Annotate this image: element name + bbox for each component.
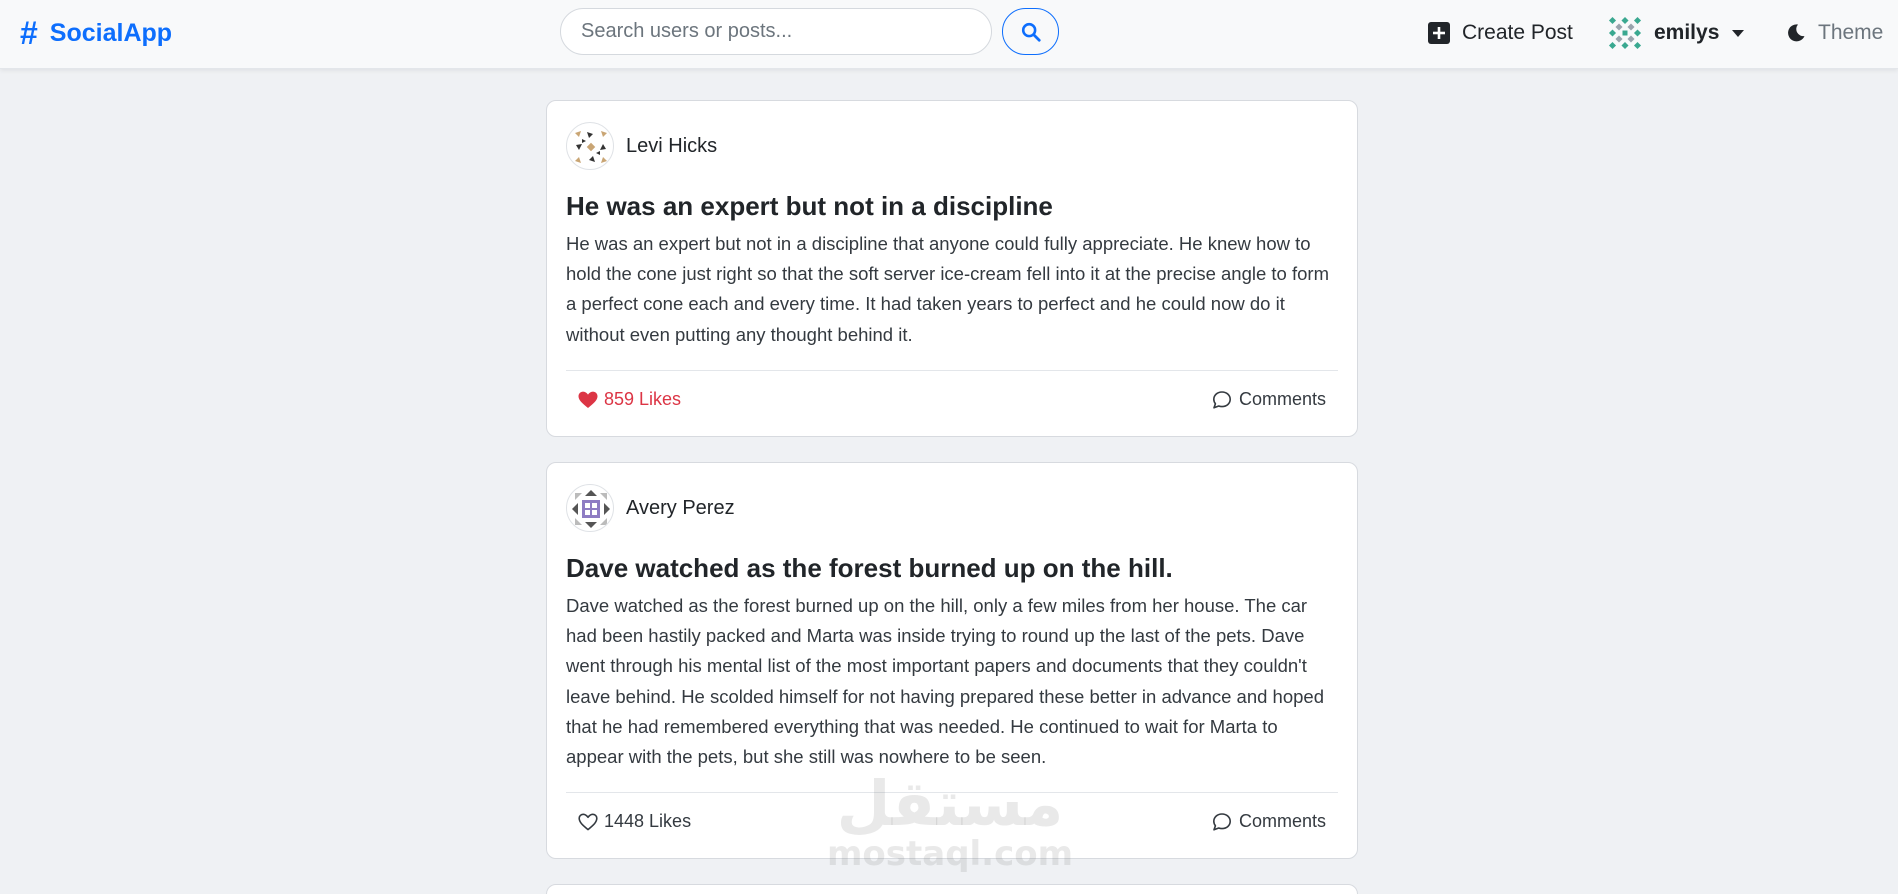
comments-label: Comments (1238, 811, 1326, 831)
watermark-arabic: مستقل (836, 767, 1064, 840)
chat-bubble-icon (1212, 812, 1231, 831)
brand-link[interactable]: # SocialApp (20, 14, 172, 52)
caret-down-icon (1732, 30, 1745, 37)
likes-count: 1448 Likes (604, 811, 692, 831)
post-card: Levi Hicks He was an expert but not in a… (546, 100, 1358, 437)
watermark-latin: mostaql.com (826, 834, 1074, 874)
navbar: # SocialApp Create Post (0, 0, 1898, 69)
moon-icon (1788, 24, 1805, 42)
plus-square-icon (1428, 22, 1450, 44)
author-name: Levi Hicks (626, 134, 718, 157)
heart-filled-icon (578, 391, 598, 408)
theme-label: Theme (1818, 21, 1884, 44)
post-title: Dave watched as the forest burned up on … (566, 553, 1173, 583)
search-button[interactable] (1002, 8, 1059, 55)
brand-name: SocialApp (49, 18, 173, 47)
author-avatar (566, 484, 614, 532)
search-icon (1021, 22, 1041, 42)
post-body: Dave watched as the forest burned up on … (566, 595, 1324, 768)
comments-button[interactable]: Comments (1212, 811, 1326, 832)
user-avatar (1608, 16, 1642, 50)
heart-outline-icon (578, 813, 598, 830)
search-form (560, 8, 1059, 55)
like-button[interactable]: 1448 Likes (578, 811, 691, 832)
like-button[interactable]: 859 Likes (578, 389, 681, 410)
create-post-label: Create Post (1462, 21, 1573, 44)
post-divider (566, 370, 1338, 371)
create-post-link[interactable]: Create Post (1428, 0, 1573, 66)
author-name: Avery Perez (626, 496, 735, 519)
post-author[interactable]: Levi Hicks (566, 121, 717, 171)
author-avatar (566, 122, 614, 170)
likes-count: 859 Likes (604, 389, 682, 409)
post-card (546, 884, 1358, 894)
theme-toggle[interactable]: Theme (1786, 0, 1883, 66)
watermark: مستقل mostaql.com (826, 762, 1074, 882)
hash-icon: # (20, 15, 38, 51)
user-menu-toggle[interactable]: emilys (1608, 0, 1745, 66)
username: emilys (1654, 21, 1720, 44)
comments-label: Comments (1238, 389, 1326, 409)
search-input[interactable] (560, 8, 992, 55)
comments-button[interactable]: Comments (1212, 389, 1326, 410)
post-title: He was an expert but not in a discipline (566, 191, 1053, 221)
chat-bubble-icon (1212, 390, 1231, 409)
post-body: He was an expert but not in a discipline… (566, 233, 1329, 345)
post-author[interactable]: Avery Perez (566, 483, 735, 533)
